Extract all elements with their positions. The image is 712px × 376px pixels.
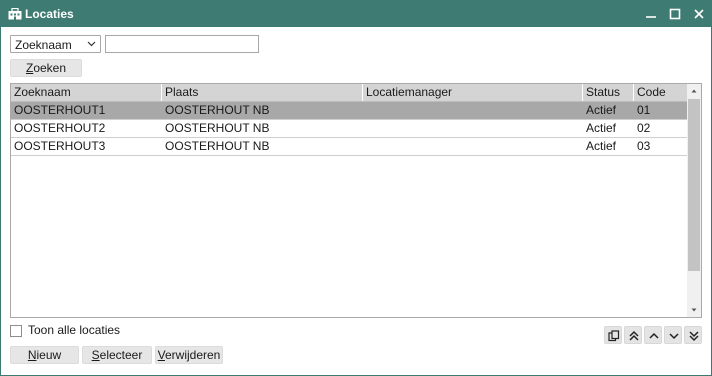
building-icon — [8, 8, 22, 20]
scroll-down-button[interactable] — [687, 303, 701, 317]
minimize-button[interactable] — [641, 5, 661, 23]
maximize-button[interactable] — [665, 5, 685, 23]
cell-zoeknaam: OOSTERHOUT3 — [14, 139, 106, 153]
cell-zoeknaam: OOSTERHOUT1 — [14, 103, 106, 117]
title-bar[interactable]: Locaties — [1, 1, 711, 27]
search-field-select[interactable]: Zoeknaam — [10, 35, 101, 53]
cell-locatiemanager — [363, 138, 366, 155]
column-header-code[interactable]: Code — [634, 84, 687, 101]
cell-plaats: OOSTERHOUT NB — [165, 103, 270, 117]
cell-locatiemanager — [363, 102, 366, 119]
minimize-icon — [646, 16, 656, 18]
close-button[interactable] — [689, 5, 709, 23]
move-to-top-button[interactable] — [624, 326, 642, 344]
delete-button[interactable]: Verwijderen — [155, 346, 223, 364]
table-row[interactable]: OOSTERHOUT2 OOSTERHOUT NB Actief 02 — [11, 120, 687, 138]
chevron-up-icon — [649, 332, 659, 339]
search-field-value: Zoeknaam — [15, 38, 72, 52]
search-button[interactable]: Zoeken — [10, 59, 82, 77]
new-button[interactable]: Nieuw — [10, 346, 79, 364]
show-all-locations-label: Toon alle locaties — [28, 323, 121, 337]
cell-status: Actief — [586, 121, 617, 135]
scroll-down-icon — [691, 308, 697, 312]
cell-code: 02 — [637, 121, 651, 135]
cell-locatiemanager — [363, 120, 366, 137]
maximize-icon — [669, 8, 681, 20]
cell-status: Actief — [586, 139, 617, 153]
cell-status: Actief — [586, 103, 617, 117]
copy-button[interactable] — [604, 326, 622, 344]
column-header-status[interactable]: Status — [583, 84, 634, 101]
cell-plaats: OOSTERHOUT NB — [165, 121, 270, 135]
table-row[interactable]: OOSTERHOUT1 OOSTERHOUT NB Actief 01 — [11, 102, 687, 120]
move-down-button[interactable] — [664, 326, 682, 344]
column-header-plaats[interactable]: Plaats — [162, 84, 363, 101]
cell-plaats: OOSTERHOUT NB — [165, 139, 270, 153]
column-header-locatiemanager[interactable]: Locatiemanager — [363, 84, 583, 101]
cell-code: 01 — [637, 103, 651, 117]
table-row[interactable]: OOSTERHOUT3 OOSTERHOUT NB Actief 03 — [11, 138, 687, 156]
close-icon — [694, 9, 704, 19]
window-title: Locaties — [25, 7, 74, 21]
move-up-button[interactable] — [644, 326, 662, 344]
move-to-bottom-button[interactable] — [684, 326, 702, 344]
column-header-zoeknaam[interactable]: Zoeknaam — [11, 84, 162, 101]
locaties-window: Locaties Zoeknaam Zoeken Zoeknaam Plaats… — [0, 0, 712, 376]
copy-icon — [608, 330, 620, 342]
double-chevron-down-icon — [689, 331, 699, 342]
scroll-up-button[interactable] — [687, 84, 701, 98]
scroll-up-icon — [691, 89, 697, 93]
chevron-down-icon — [87, 41, 96, 47]
cell-zoeknaam: OOSTERHOUT2 — [14, 121, 106, 135]
search-input[interactable] — [105, 35, 259, 53]
scrollbar-thumb[interactable] — [688, 99, 700, 271]
cell-code: 03 — [637, 139, 651, 153]
double-chevron-up-icon — [629, 330, 639, 341]
locations-table: Zoeknaam Plaats Locatiemanager Status Co… — [10, 83, 702, 318]
vertical-scrollbar[interactable] — [687, 84, 701, 317]
show-all-locations-checkbox[interactable] — [10, 325, 22, 337]
table-header: Zoeknaam Plaats Locatiemanager Status Co… — [11, 84, 687, 102]
chevron-down-icon — [669, 333, 679, 340]
select-button[interactable]: Selecteer — [82, 346, 152, 364]
